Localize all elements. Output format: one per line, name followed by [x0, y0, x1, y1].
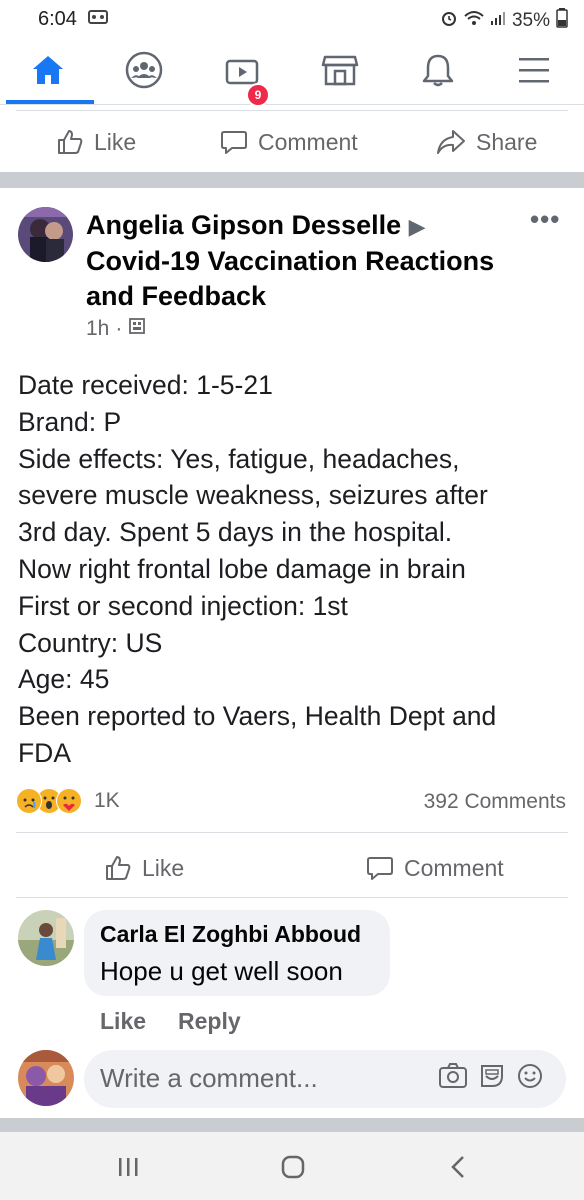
comment-input-placeholder: Write a comment... [100, 1063, 318, 1093]
comment-author[interactable]: Carla El Zoghbi Abboud [100, 921, 361, 948]
reactions-count: 1K [94, 789, 120, 812]
wifi-icon [464, 10, 484, 32]
post-line: Side effects: Yes, fatigue, headaches, [18, 443, 460, 474]
voicemail-icon [88, 9, 108, 30]
system-navigation-bar [0, 1132, 584, 1200]
sad-reaction-icon [16, 788, 42, 814]
menu-icon[interactable] [514, 50, 554, 90]
divider [16, 110, 568, 111]
share-button[interactable]: Share [436, 128, 537, 156]
emoji-icon[interactable] [516, 1062, 544, 1095]
battery-level: 35% [511, 10, 550, 31]
home-button[interactable] [280, 1154, 306, 1185]
divider [16, 832, 568, 833]
comment-button[interactable]: Comment [366, 854, 504, 882]
group-name[interactable]: Covid-19 Vaccination Reactions and Feedb… [86, 246, 494, 311]
notifications-bell-icon[interactable] [418, 50, 458, 90]
post-line: First or second injection: 1st [18, 590, 348, 621]
post-separator [0, 172, 584, 188]
comment-text: Hope u get well soon [100, 956, 343, 986]
gif-sticker-icon[interactable] [478, 1062, 506, 1095]
reactions-summary[interactable]: 1K [16, 788, 120, 814]
post-actions: Like Comment [0, 846, 584, 890]
marketplace-icon[interactable] [320, 50, 360, 90]
post-text: Date received: 1-5-21 Brand: P Side effe… [18, 367, 578, 772]
recent-apps-button[interactable] [116, 1156, 140, 1183]
comment-bubble-icon [221, 131, 247, 154]
like-label: Like [142, 854, 185, 881]
battery-icon [556, 8, 568, 34]
post-meta: 1h · [86, 317, 146, 341]
share-label: Share [476, 128, 538, 155]
signal-icon [490, 10, 506, 32]
like-label: Like [94, 128, 137, 155]
post-line: Age: 45 [18, 664, 110, 695]
back-button[interactable] [448, 1154, 468, 1185]
arrow-right-icon: ▶ [408, 214, 426, 239]
status-bar: 6:04 35% [0, 0, 584, 36]
post-line: FDA [18, 737, 71, 768]
thumbs-up-icon [106, 856, 131, 880]
alarm-icon [440, 9, 458, 33]
post-line: 3rd day. Spent 5 days in the hospital. [18, 517, 453, 548]
like-button[interactable]: Like [104, 854, 184, 882]
group-privacy-icon [128, 317, 146, 341]
share-arrow-icon [437, 130, 465, 154]
post-line: severe muscle weakness, seizures after [18, 480, 488, 511]
post-line: Now right frontal lobe damage in brain [18, 553, 466, 584]
composer-icons [438, 1062, 544, 1095]
comment-actions: Like Reply [100, 1008, 241, 1035]
camera-icon[interactable] [438, 1062, 468, 1095]
comment-reply-button[interactable]: Reply [178, 1008, 241, 1035]
groups-icon[interactable] [124, 50, 164, 90]
post-author-and-group: Angelia Gipson Desselle ▶ Covid-19 Vacci… [86, 208, 516, 314]
like-button[interactable]: Like [56, 128, 136, 156]
top-nav: 9 [0, 36, 584, 107]
post-line: Country: US [18, 627, 163, 658]
author-avatar[interactable] [18, 207, 73, 262]
comment-button[interactable]: Comment [220, 128, 358, 156]
comment-bubble-icon [367, 857, 393, 880]
divider [16, 897, 568, 898]
current-user-avatar [18, 1050, 74, 1106]
status-time: 6:04 [38, 8, 77, 30]
post-line: Been reported to Vaers, Health Dept and [18, 701, 497, 732]
status-indicators: 35% [440, 8, 568, 34]
previous-post-actions: Like Comment Share [0, 120, 584, 164]
watch-notification-badge: 9 [246, 83, 270, 107]
post-time[interactable]: 1h [86, 317, 109, 341]
commenter-avatar[interactable] [18, 910, 74, 966]
bottom-separator [0, 1118, 584, 1132]
home-icon[interactable] [28, 50, 68, 90]
dot-separator: · [115, 317, 123, 340]
comment-label: Comment [404, 854, 504, 881]
post-line: Date received: 1-5-21 [18, 370, 273, 400]
more-options-button[interactable]: ••• [530, 204, 560, 235]
thumbs-up-icon [58, 130, 83, 154]
comment-label: Comment [258, 128, 358, 155]
comments-count[interactable]: 392 Comments [424, 790, 566, 814]
author-name[interactable]: Angelia Gipson Desselle [86, 210, 401, 240]
active-tab-indicator [6, 100, 94, 104]
comment-like-button[interactable]: Like [100, 1008, 146, 1035]
post-line: Brand: P [18, 406, 122, 437]
care-reaction-icon [56, 788, 82, 814]
